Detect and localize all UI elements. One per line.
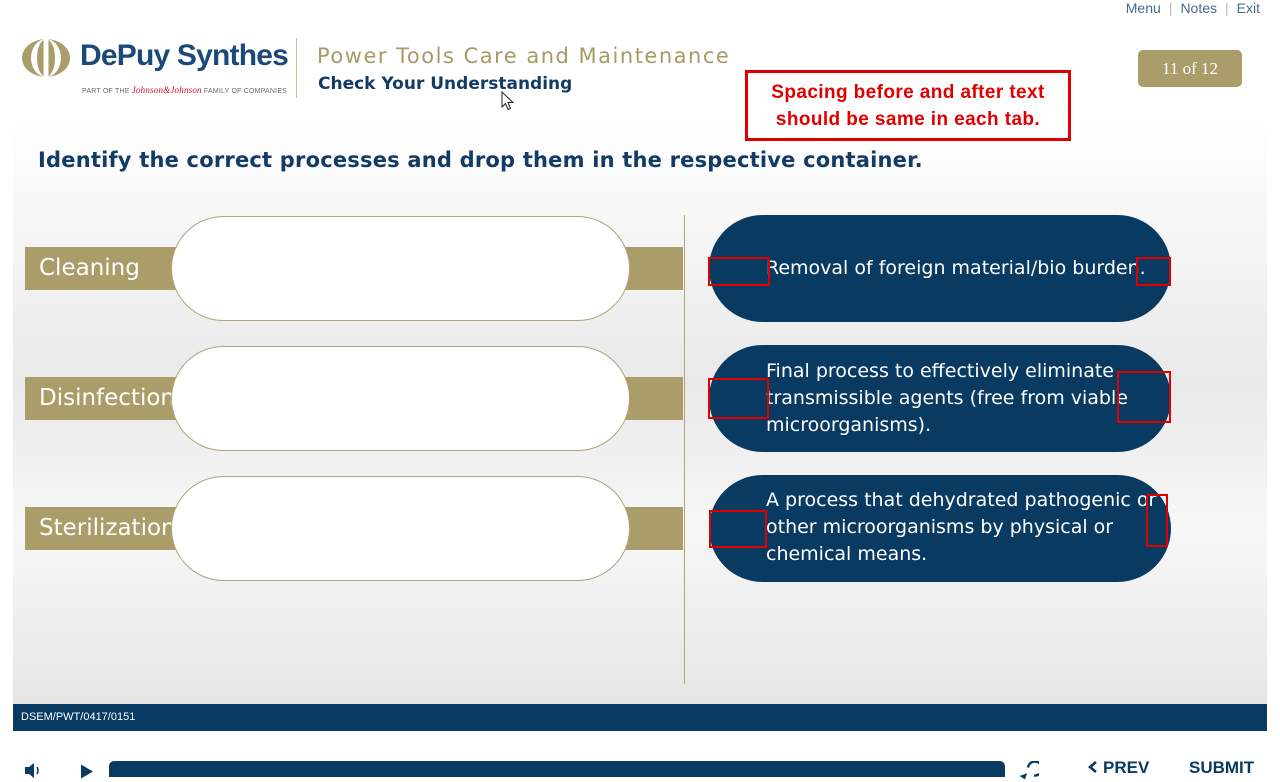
option-text: A process that dehydrated pathogenic or … — [766, 487, 1163, 568]
target-label-disinfection: Disinfection — [39, 385, 176, 411]
spacing-marker — [708, 378, 769, 419]
link-separator: | — [1225, 0, 1229, 16]
course-title: Power Tools Care and Maintenance — [317, 44, 731, 68]
drop-zone-disinfection[interactable] — [171, 346, 630, 451]
review-note-line-2: should be same in each tab. — [775, 108, 1041, 130]
brand-name: DePuy Synthes — [80, 39, 289, 72]
target-label-sterilization: Sterilization — [39, 515, 176, 541]
footer-bar: DSEM/PWT/0417/0151 — [13, 704, 1267, 731]
tagline-prefix: PART OF THE — [82, 88, 130, 95]
option-line: transmissible agents (free from viable — [766, 387, 1128, 409]
option-text: Final process to effectively eliminate t… — [766, 358, 1163, 439]
option-line: Removal of foreign material/bio burden. — [766, 257, 1146, 279]
option-line: A process that dehydrated pathogenic or — [766, 489, 1157, 511]
replay-icon[interactable] — [1017, 761, 1039, 782]
spacing-marker — [1146, 494, 1168, 547]
prev-button[interactable]: PREV — [1087, 758, 1149, 778]
review-note-line-1: Spacing before and after text — [771, 81, 1045, 103]
menu-link[interactable]: Menu — [1126, 0, 1161, 16]
option-line: other microorganisms by physical or — [766, 516, 1114, 538]
play-icon[interactable] — [79, 761, 95, 782]
drop-zone-cleaning[interactable] — [171, 216, 630, 321]
section-title: Check Your Understanding — [318, 74, 573, 94]
link-separator: | — [1168, 0, 1173, 16]
page-indicator: 11 of 12 — [1138, 50, 1242, 87]
spacing-marker — [1136, 257, 1171, 286]
option-final-process[interactable]: Final process to effectively eliminate t… — [709, 345, 1171, 452]
top-links: Menu | Notes | Exit — [1126, 0, 1260, 16]
cursor-icon — [501, 91, 515, 111]
spacing-marker — [708, 257, 770, 286]
tagline-brand: Johnson&Johnson — [131, 85, 202, 95]
target-label-cleaning: Cleaning — [39, 255, 140, 281]
option-removal-of-foreign-material[interactable]: Removal of foreign material/bio burden. — [709, 215, 1171, 322]
prev-label: PREV — [1103, 758, 1150, 777]
spacing-marker — [1117, 371, 1171, 423]
option-line: chemical means. — [766, 543, 928, 565]
progress-bar[interactable] — [109, 761, 1005, 777]
volume-icon[interactable] — [24, 760, 44, 781]
option-line: microorganisms). — [766, 414, 932, 436]
center-divider — [684, 215, 685, 684]
tagline-suffix: FAMILY OF COMPANIES — [203, 88, 288, 95]
option-line: Final process to effectively eliminate — [766, 360, 1114, 382]
chevron-left-icon — [1087, 761, 1097, 773]
course-code: DSEM/PWT/0417/0151 — [21, 711, 136, 723]
logo-mark-icon — [22, 38, 70, 78]
brand-logo: DePuy Synthes PART OF THE Johnson&Johnso… — [20, 36, 289, 100]
notes-link[interactable]: Notes — [1180, 0, 1217, 16]
question-text: Identify the correct processes and drop … — [38, 148, 923, 172]
drop-zone-sterilization[interactable] — [171, 476, 630, 581]
brand-tagline: PART OF THE Johnson&Johnson FAMILY OF CO… — [82, 85, 287, 95]
review-annotation: Spacing before and after text should be … — [745, 70, 1071, 141]
spacing-marker — [709, 510, 767, 548]
header-divider — [296, 38, 297, 98]
submit-button[interactable]: SUBMIT — [1189, 758, 1254, 778]
option-text: Removal of foreign material/bio burden. — [766, 255, 1163, 282]
option-dehydrated-pathogenic[interactable]: A process that dehydrated pathogenic or … — [709, 475, 1171, 582]
exit-link[interactable]: Exit — [1237, 0, 1260, 16]
